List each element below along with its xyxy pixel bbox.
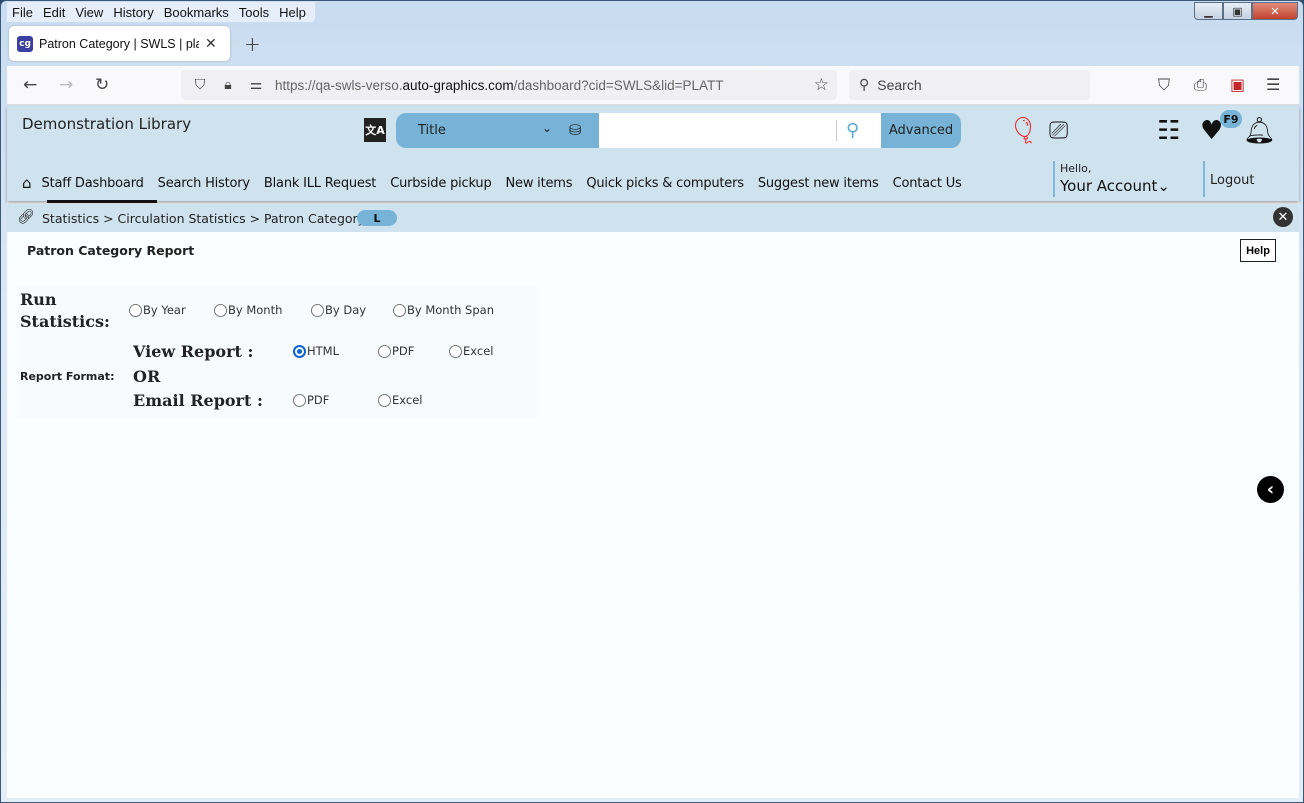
search-placeholder: Search bbox=[877, 77, 922, 93]
print-icon[interactable]: ⎙ bbox=[1194, 75, 1207, 95]
hot-air-balloon-icon[interactable]: 🎈︎ bbox=[1007, 116, 1040, 146]
logout-link[interactable]: Logout bbox=[1210, 173, 1255, 188]
nav-curbside-pickup[interactable]: Curbside pickup bbox=[390, 176, 492, 191]
menu-bar: File Edit View History Bookmarks Tools H… bbox=[7, 2, 315, 22]
catalog-search-bar: Title ⌄ ⛁ ⚲ Advanced bbox=[396, 113, 961, 148]
radio-by-month-span[interactable]: By Month Span bbox=[393, 303, 494, 317]
main-nav: ⌂ Staff Dashboard Search History Blank I… bbox=[22, 174, 976, 192]
url-text[interactable]: https://qa-swls-verso.auto-graphics.com/… bbox=[275, 78, 723, 93]
bell-icon[interactable]: 🔔︎ bbox=[1243, 116, 1276, 146]
radio-by-day[interactable]: By Day bbox=[311, 303, 366, 317]
divider bbox=[836, 120, 837, 141]
nav-suggest-new-items[interactable]: Suggest new items bbox=[758, 176, 879, 191]
close-window-button[interactable]: ✕ bbox=[1252, 2, 1298, 20]
favorites-badge: F9 bbox=[1220, 110, 1242, 128]
divider bbox=[1053, 161, 1055, 197]
browser-tab[interactable]: cg Patron Category | SWLS | platt | A ✕ bbox=[9, 26, 230, 61]
radio-view-html[interactable]: HTML bbox=[293, 344, 339, 358]
nav-contact-us[interactable]: Contact Us bbox=[893, 176, 962, 191]
film-search-icon[interactable]: ⎚ bbox=[1049, 116, 1068, 144]
nav-new-items[interactable]: New items bbox=[506, 176, 573, 191]
navigation-toolbar: ← → ↻ ⛉ 🔒︎ ⚌ https://qa-swls-verso.auto-… bbox=[7, 66, 1299, 105]
tab-title: Patron Category | SWLS | platt | A bbox=[39, 36, 199, 51]
reload-icon[interactable]: ↻ bbox=[95, 75, 109, 95]
favicon-icon: cg bbox=[17, 35, 33, 52]
active-tab-indicator bbox=[47, 200, 157, 203]
browser-window: File Edit View History Bookmarks Tools H… bbox=[0, 0, 1304, 803]
nav-search-history[interactable]: Search History bbox=[158, 176, 250, 191]
menu-bookmarks[interactable]: Bookmarks bbox=[159, 2, 234, 22]
menu-edit[interactable]: Edit bbox=[38, 2, 70, 22]
url-bar[interactable]: ⛉ 🔒︎ ⚌ https://qa-swls-verso.auto-graphi… bbox=[181, 70, 837, 100]
chevron-down-icon[interactable]: ⌄ bbox=[542, 121, 552, 135]
search-icon: ⚲ bbox=[859, 77, 870, 93]
bookmark-star-icon[interactable]: ☆ bbox=[814, 75, 829, 95]
breadcrumb: 🔗︎ Statistics > Circulation Statistics >… bbox=[7, 204, 1299, 232]
page-title: Patron Category Report bbox=[27, 243, 195, 258]
new-tab-button[interactable]: + bbox=[244, 32, 261, 56]
back-icon[interactable]: ← bbox=[23, 75, 37, 95]
menu-view[interactable]: View bbox=[70, 2, 108, 22]
search-type-select[interactable]: Title bbox=[418, 123, 446, 138]
menu-tools[interactable]: Tools bbox=[234, 2, 274, 22]
radio-view-pdf[interactable]: PDF bbox=[378, 344, 414, 358]
site-header: Demonstration Library 文A Title ⌄ ⛁ ⚲ Adv… bbox=[7, 106, 1299, 203]
extension-icon[interactable]: ▣ bbox=[1230, 75, 1245, 94]
page-content: Demonstration Library 文A Title ⌄ ⛁ ⚲ Adv… bbox=[7, 106, 1299, 798]
l-pill-button[interactable]: L bbox=[357, 210, 397, 226]
menu-history[interactable]: History bbox=[108, 2, 158, 22]
radio-by-month[interactable]: By Month bbox=[214, 303, 282, 317]
radio-email-pdf[interactable]: PDF bbox=[293, 393, 329, 407]
radio-email-excel[interactable]: Excel bbox=[378, 393, 422, 407]
home-icon[interactable]: ⌂ bbox=[22, 174, 32, 192]
pocket-icon[interactable]: ⛉ bbox=[1158, 75, 1170, 95]
shield-icon[interactable]: ⛉ bbox=[191, 77, 209, 93]
minimize-button[interactable]: ▁ bbox=[1194, 2, 1223, 20]
library-name: Demonstration Library bbox=[22, 115, 192, 133]
nav-blank-ill-request[interactable]: Blank ILL Request bbox=[264, 176, 376, 191]
window-controls: ▁ ▣ ✕ bbox=[1194, 2, 1298, 20]
help-button[interactable]: Help bbox=[1240, 239, 1276, 262]
radio-by-year[interactable]: By Year bbox=[129, 303, 186, 317]
nav-staff-dashboard[interactable]: Staff Dashboard bbox=[42, 176, 144, 191]
menu-file[interactable]: File bbox=[7, 2, 38, 22]
lock-icon[interactable]: 🔒︎ bbox=[219, 77, 237, 93]
search-icon[interactable]: ⚲ bbox=[846, 120, 859, 141]
or-label: OR bbox=[133, 367, 161, 386]
permissions-icon[interactable]: ⚌ bbox=[247, 77, 265, 93]
list-icon[interactable]: ☷ bbox=[1157, 116, 1180, 146]
chevron-left-icon[interactable]: ‹ bbox=[1257, 476, 1284, 503]
hamburger-menu-icon[interactable]: ☰ bbox=[1266, 75, 1280, 94]
divider bbox=[1203, 161, 1205, 197]
run-statistics-label: Run Statistics: bbox=[20, 290, 110, 331]
link-icon: 🔗︎ bbox=[17, 209, 35, 225]
view-report-label: View Report : bbox=[133, 342, 254, 361]
maximize-button[interactable]: ▣ bbox=[1223, 2, 1252, 20]
email-report-label: Email Report : bbox=[133, 391, 263, 410]
advanced-search-button[interactable]: Advanced bbox=[881, 113, 961, 148]
database-icon[interactable]: ⛁ bbox=[569, 121, 582, 139]
report-form: Run Statistics: By Year By Month By Day … bbox=[17, 286, 537, 418]
forward-icon[interactable]: → bbox=[59, 75, 73, 95]
nav-quick-picks[interactable]: Quick picks & computers bbox=[586, 176, 744, 191]
menu-help[interactable]: Help bbox=[274, 2, 311, 22]
browser-search-box[interactable]: ⚲ Search bbox=[849, 70, 1090, 100]
your-account-dropdown[interactable]: Your Account⌄ bbox=[1060, 177, 1170, 195]
translate-icon[interactable]: 文A bbox=[364, 118, 386, 142]
hello-text: Hello, bbox=[1060, 162, 1092, 175]
catalog-search-input[interactable] bbox=[599, 113, 881, 148]
close-tab-icon[interactable]: ✕ bbox=[205, 36, 217, 52]
radio-view-excel[interactable]: Excel bbox=[449, 344, 493, 358]
close-icon[interactable]: ✕ bbox=[1273, 207, 1293, 227]
breadcrumb-text[interactable]: Statistics > Circulation Statistics > Pa… bbox=[42, 211, 365, 226]
report-format-label: Report Format: bbox=[20, 370, 115, 383]
